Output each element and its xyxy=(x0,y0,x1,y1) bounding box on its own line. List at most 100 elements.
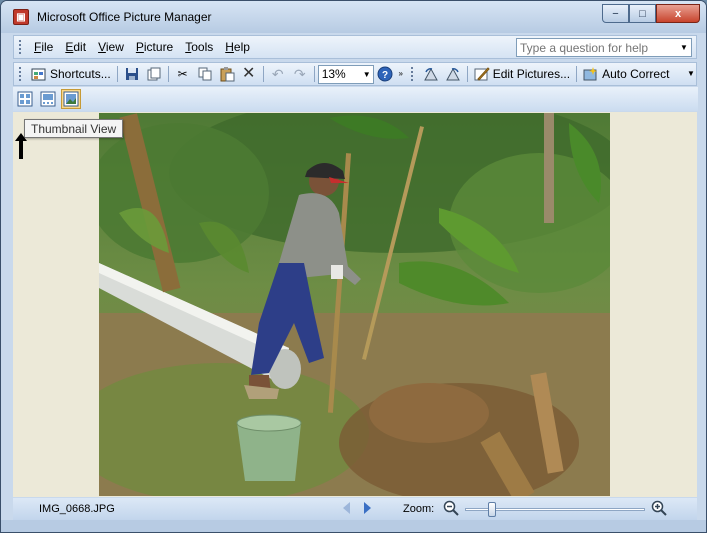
export-icon xyxy=(146,66,162,82)
toolbar-options-button[interactable]: » xyxy=(396,64,406,84)
redo-icon: ↷ xyxy=(293,66,306,82)
shortcuts-label: Shortcuts... xyxy=(50,67,111,81)
copy-icon xyxy=(197,66,213,82)
single-picture-view-icon xyxy=(63,91,79,107)
previous-picture-icon[interactable] xyxy=(341,501,351,518)
menu-view[interactable]: View xyxy=(92,40,130,54)
menu-help-accel: H xyxy=(225,40,234,54)
help-search-input[interactable] xyxy=(517,40,677,55)
menu-file[interactable]: File xyxy=(28,40,59,54)
maximize-button[interactable]: □ xyxy=(629,4,656,23)
thumbnail-view-tooltip: Thumbnail View xyxy=(24,119,124,138)
rotate-right-button[interactable] xyxy=(442,64,464,84)
menu-tools[interactable]: Tools xyxy=(179,40,219,54)
edit-pictures-button[interactable]: Edit Pictures... xyxy=(471,64,573,84)
toolbar-separator xyxy=(116,66,118,82)
menu-view-label: iew xyxy=(105,40,124,54)
undo-button[interactable]: ↶ xyxy=(267,64,289,84)
auto-correct-label: Auto Correct xyxy=(602,67,670,81)
filmstrip-view-icon xyxy=(40,91,56,107)
save-button[interactable] xyxy=(121,64,143,84)
toolbar-separator xyxy=(167,66,169,82)
picture-display[interactable] xyxy=(99,113,610,496)
delete-icon: ✕ xyxy=(242,65,256,82)
close-button[interactable]: x xyxy=(656,4,700,23)
copy-button[interactable] xyxy=(194,64,216,84)
picture-canvas xyxy=(13,112,697,497)
menu-picture[interactable]: Picture xyxy=(130,40,179,54)
toolbar-separator xyxy=(262,66,264,82)
zoom-in-icon[interactable] xyxy=(651,500,667,519)
thumbnail-view-icon xyxy=(17,91,33,107)
zoom-slider-track[interactable] xyxy=(465,501,645,517)
standard-toolbar: Shortcuts... ✂ ✕ ↶ ↷ 13% ▼ ? » Edit Pict… xyxy=(13,62,697,86)
picture-manager-window: ▣ Microsoft Office Picture Manager − □ x… xyxy=(0,0,707,533)
toolbar-separator xyxy=(466,66,468,82)
menu-edit-label: dit xyxy=(73,40,87,54)
save-icon xyxy=(124,66,140,82)
zoom-value: 13% xyxy=(321,67,346,81)
menu-bar: File Edit View Picture Tools Help ▼ xyxy=(13,35,697,59)
picture-manager-icon: ▣ xyxy=(13,9,29,25)
auto-correct-button[interactable]: Auto Correct xyxy=(580,64,672,84)
menu-tools-label: ools xyxy=(191,40,214,54)
zoom-dropdown-icon[interactable]: ▼ xyxy=(361,70,373,79)
title-bar[interactable]: ▣ Microsoft Office Picture Manager − □ x xyxy=(1,1,706,33)
single-picture-view-button[interactable] xyxy=(61,89,81,109)
window-controls: − □ x xyxy=(602,4,700,23)
toolbar2-grip-icon[interactable] xyxy=(409,66,414,82)
zoom-slider[interactable] xyxy=(443,500,683,519)
photo-image xyxy=(99,113,610,496)
menu-help-label: elp xyxy=(233,40,250,54)
svg-text:?: ? xyxy=(382,70,388,81)
zoom-select[interactable]: 13% ▼ xyxy=(317,64,374,84)
toolbar-grip-icon[interactable] xyxy=(18,66,22,82)
zoom-slider-thumb[interactable] xyxy=(488,501,496,517)
toolbar-separator xyxy=(576,66,578,82)
status-bar: IMG_0668.JPG Zoom: xyxy=(13,498,697,520)
view-toolbar xyxy=(13,87,698,111)
current-filename: IMG_0668.JPG xyxy=(39,503,115,515)
menubar-grip-icon[interactable] xyxy=(18,39,22,55)
undo-icon: ↶ xyxy=(271,66,284,82)
toolbar2-options-button[interactable]: ▼ xyxy=(686,64,696,84)
toolbar-separator xyxy=(313,66,315,82)
window-frame-bottom xyxy=(1,520,706,532)
zoom-label: Zoom: xyxy=(403,503,435,515)
menu-picture-label: icture xyxy=(143,40,174,54)
delete-button[interactable]: ✕ xyxy=(238,64,260,84)
thumbnail-view-button[interactable] xyxy=(15,89,35,109)
resize-cursor-icon xyxy=(15,133,27,159)
window-title: Microsoft Office Picture Manager xyxy=(37,10,212,24)
menu-edit[interactable]: Edit xyxy=(59,40,92,54)
edit-pictures-icon xyxy=(474,66,490,82)
export-button[interactable] xyxy=(143,64,165,84)
rotate-left-icon xyxy=(423,66,439,82)
auto-correct-icon xyxy=(583,66,599,82)
picture-navigation xyxy=(341,501,373,518)
help-icon: ? xyxy=(377,66,393,82)
edit-pictures-label: Edit Pictures... xyxy=(492,67,571,81)
menu-picture-accel: P xyxy=(135,40,144,54)
filmstrip-view-button[interactable] xyxy=(38,89,58,109)
menu-file-label: ile xyxy=(41,40,54,54)
rotate-right-icon xyxy=(445,66,461,82)
toolbar2-overflow-icon: ▼ xyxy=(687,69,695,78)
help-button[interactable]: ? xyxy=(374,64,396,84)
rotate-left-button[interactable] xyxy=(420,64,442,84)
menu-help[interactable]: Help xyxy=(219,40,256,54)
shortcuts-icon xyxy=(31,66,47,82)
help-search-box: ▼ xyxy=(516,38,692,57)
paste-button[interactable] xyxy=(216,64,238,84)
toolbar-overflow-icon: » xyxy=(398,69,403,78)
zoom-out-icon[interactable] xyxy=(443,500,459,519)
redo-button[interactable]: ↷ xyxy=(289,64,311,84)
help-dropdown-icon[interactable]: ▼ xyxy=(677,39,691,56)
minimize-button[interactable]: − xyxy=(602,4,629,23)
shortcuts-button[interactable]: Shortcuts... xyxy=(28,64,114,84)
menu-view-accel: V xyxy=(98,40,106,54)
cut-icon: ✂ xyxy=(177,67,188,81)
cut-button[interactable]: ✂ xyxy=(172,64,194,84)
paste-icon xyxy=(219,66,235,82)
next-picture-icon[interactable] xyxy=(363,501,373,518)
